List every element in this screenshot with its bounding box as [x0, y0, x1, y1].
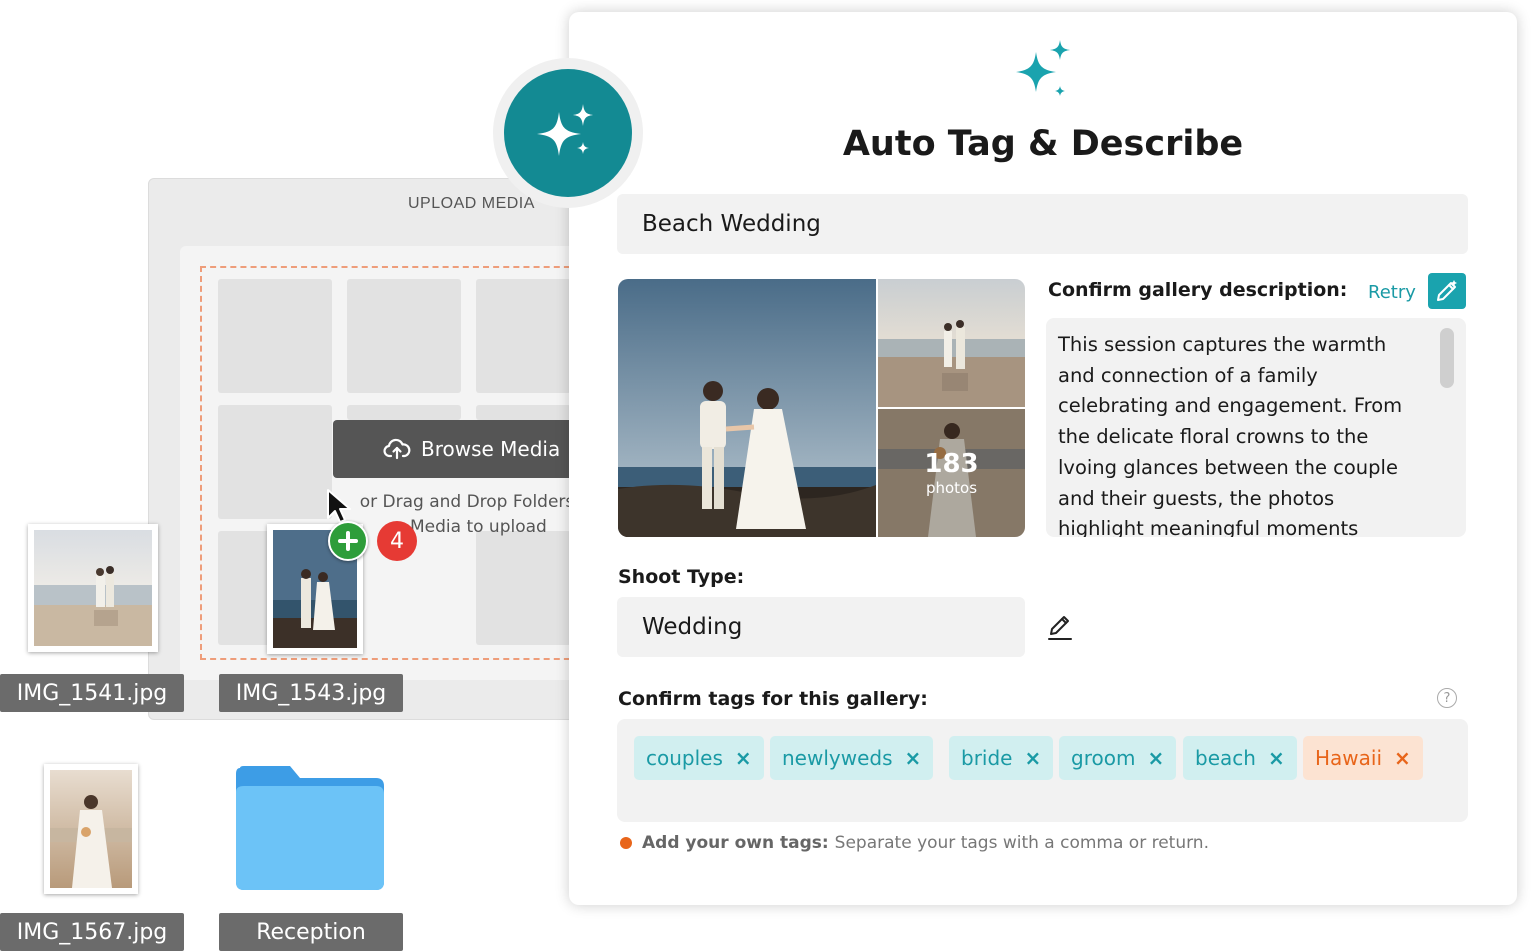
tag-label: couples [646, 746, 723, 770]
edit-description-button[interactable] [1428, 273, 1466, 309]
tag-chip: groom × [1059, 736, 1177, 780]
media-slot [218, 279, 332, 393]
description-text: This session captures the warmth and con… [1058, 333, 1403, 537]
plus-icon [328, 521, 368, 561]
tags-heading: Confirm tags for this gallery: [618, 688, 928, 710]
beach-photo [34, 530, 152, 646]
description-scrollbar[interactable] [1440, 328, 1454, 388]
file-thumbnail-img-1567[interactable] [44, 764, 138, 894]
modal-title: Auto Tag & Describe [842, 124, 1244, 164]
drag-count-badge: 4 [377, 521, 417, 561]
media-slot [347, 279, 461, 393]
add-tags-hint: Add your own tags: Separate your tags wi… [620, 833, 1209, 853]
tag-chip: couples × [634, 736, 764, 780]
pencil-icon[interactable] [1046, 612, 1074, 647]
media-slot [476, 279, 571, 393]
edit-pencil-icon [1437, 280, 1457, 301]
couple-photo-beach [878, 279, 1025, 407]
close-icon[interactable]: × [1394, 746, 1411, 770]
shoot-type-field[interactable]: Wedding [617, 597, 1025, 657]
tag-label: groom [1071, 746, 1136, 770]
folder-name-label: Reception [219, 913, 403, 951]
couple-photo-main [618, 279, 876, 537]
tag-chip: bride × [949, 736, 1054, 780]
gallery-name-value: Beach Wedding [642, 211, 821, 237]
hint-bold: Add your own tags: [642, 833, 829, 853]
file-name-label: IMG_1543.jpg [219, 674, 403, 712]
tag-label: beach [1195, 746, 1256, 770]
media-slot [476, 405, 571, 420]
photo-count-overlay: 183 photos [878, 409, 1025, 537]
upload-media-title: UPLOAD MEDIA [408, 195, 535, 212]
close-icon[interactable]: × [735, 746, 752, 770]
help-icon[interactable]: ? [1437, 688, 1457, 708]
file-thumbnail-img-1541[interactable] [28, 524, 158, 652]
browse-media-label: Browse Media [421, 437, 561, 461]
close-icon[interactable]: × [1147, 746, 1164, 770]
gallery-name-input[interactable]: Beach Wedding [617, 194, 1468, 254]
tag-chip: newlyweds × [770, 736, 934, 780]
media-slot [476, 531, 571, 645]
bride-photo [50, 770, 132, 888]
shoot-type-label: Shoot Type: [618, 566, 745, 588]
media-slot [218, 405, 332, 519]
file-name-label: IMG_1567.jpg [0, 913, 184, 951]
close-icon[interactable]: × [1268, 746, 1285, 770]
tag-chip: beach × [1183, 736, 1297, 780]
description-heading: Confirm gallery description: [1048, 279, 1348, 301]
sparkle-icon [1012, 38, 1074, 105]
photo-count-label: photos [925, 479, 978, 497]
file-name-label: IMG_1541.jpg [0, 674, 184, 712]
cloud-upload-icon [383, 437, 411, 461]
tag-label: Hawaii [1315, 746, 1383, 770]
description-textarea[interactable]: This session captures the warmth and con… [1046, 318, 1466, 537]
browse-media-button[interactable]: Browse Media [333, 420, 583, 478]
tag-label: bride [961, 746, 1013, 770]
gallery-preview-collage: 183 photos [618, 279, 1025, 537]
tag-label: newlyweds [782, 746, 893, 770]
photo-count-number: 183 [924, 449, 979, 479]
tag-chip-suggested: Hawaii × [1303, 736, 1423, 780]
folder-icon[interactable] [234, 762, 386, 892]
media-slot [347, 405, 461, 420]
retry-button[interactable]: Retry [1368, 282, 1416, 303]
close-icon[interactable]: × [1024, 746, 1041, 770]
close-icon[interactable]: × [905, 746, 922, 770]
shoot-type-value: Wedding [642, 614, 743, 640]
hint-text: Separate your tags with a comma or retur… [834, 833, 1209, 853]
status-dot [620, 837, 632, 849]
